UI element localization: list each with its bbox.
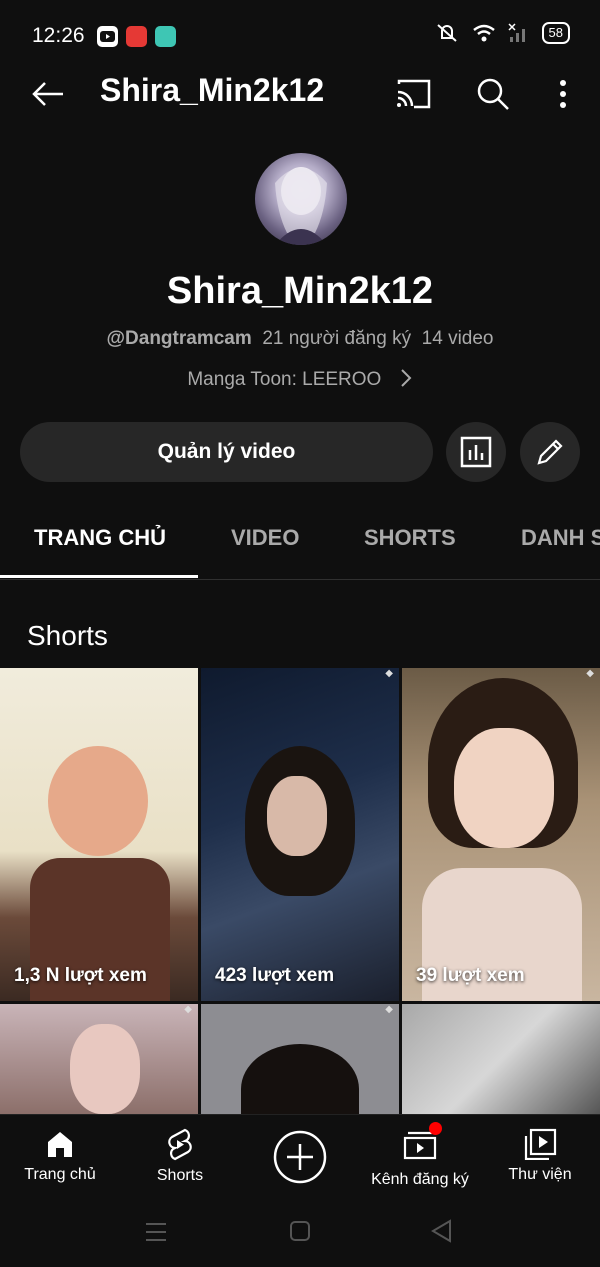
edit-channel-button[interactable] — [520, 422, 580, 482]
cast-icon — [397, 79, 431, 109]
capcut-watermark-icon: ◆ — [586, 668, 594, 679]
youtube-notification-icon — [97, 26, 118, 47]
nav-shorts-label: Shorts — [156, 1167, 204, 1184]
nav-create[interactable] — [240, 1115, 360, 1205]
bottom-navigation: Trang chủ Shorts Kênh đăng ký Thư viện — [0, 1114, 600, 1205]
short-thumbnail[interactable]: ◆ 423 lượt xem — [201, 668, 399, 1001]
nav-subscriptions[interactable]: Kênh đăng ký — [360, 1115, 480, 1205]
analytics-icon — [460, 436, 492, 468]
mute-icon — [436, 24, 457, 42]
chat-notification-icon — [155, 26, 176, 47]
video-count: 14 video — [421, 328, 494, 349]
recent-apps-icon[interactable] — [144, 1221, 168, 1243]
capcut-watermark-icon: ◆ — [385, 1004, 393, 1015]
home-icon — [48, 1132, 72, 1157]
edit-pencil-icon — [537, 439, 563, 465]
short-thumbnail[interactable]: ◆ — [0, 1004, 198, 1114]
signal-icon — [508, 23, 525, 42]
capcut-watermark-icon: ◆ — [385, 668, 393, 679]
short-view-count: 1,3 N lượt xem — [14, 965, 147, 986]
manage-videos-button[interactable]: Quản lý video — [20, 422, 433, 482]
create-icon — [273, 1130, 327, 1184]
nav-shorts[interactable]: Shorts — [120, 1115, 240, 1205]
short-thumbnail[interactable]: ◆ — [201, 1004, 399, 1114]
channel-name: Shira_Min2k12 — [166, 270, 434, 312]
analytics-button[interactable] — [446, 422, 506, 482]
avatar-illustration — [275, 167, 327, 245]
more-vert-icon — [560, 80, 566, 108]
channel-link[interactable]: Manga Toon: LEEROO — [0, 368, 600, 391]
tab-home[interactable]: TRANG CHỦ — [34, 525, 166, 551]
short-thumbnail[interactable]: ◆ 39 lượt xem — [402, 668, 600, 1001]
home-system-icon[interactable] — [289, 1220, 311, 1242]
system-navigation — [0, 1204, 600, 1267]
nav-library-label: Thư viện — [508, 1166, 572, 1183]
search-button[interactable] — [473, 74, 513, 114]
tab-shorts[interactable]: SHORTS — [364, 525, 456, 551]
channel-link-label: Manga Toon: LEEROO — [187, 369, 382, 390]
shorts-icon — [168, 1128, 192, 1161]
mangatoon-notification-icon — [126, 26, 147, 47]
back-arrow-icon — [32, 82, 63, 106]
notification-badge — [429, 1122, 442, 1135]
short-thumbnail[interactable] — [402, 1004, 600, 1114]
nav-subscriptions-label: Kênh đăng ký — [371, 1171, 469, 1188]
nav-home[interactable]: Trang chủ — [0, 1115, 120, 1205]
back-system-icon[interactable] — [430, 1219, 454, 1243]
nav-home-label: Trang chủ — [24, 1166, 96, 1183]
capcut-watermark-icon: ◆ — [184, 1004, 192, 1015]
nav-library[interactable]: Thư viện — [480, 1115, 600, 1205]
tab-playlists[interactable]: DANH S — [521, 525, 600, 551]
tab-videos[interactable]: VIDEO — [231, 525, 299, 551]
channel-handle: @Dangtramcam — [106, 328, 252, 349]
status-icons: 58 — [434, 22, 570, 44]
avatar[interactable] — [255, 153, 347, 245]
short-view-count: 423 lượt xem — [215, 965, 335, 986]
back-button[interactable] — [28, 76, 68, 112]
channel-meta: @Dangtramcam 21 người đăng ký 14 video — [0, 328, 600, 350]
search-icon — [477, 78, 509, 110]
channel-tabs: TRANG CHỦ VIDEO SHORTS DANH S — [0, 505, 600, 580]
library-icon — [524, 1128, 557, 1160]
subscriber-count: 21 người đăng ký — [262, 328, 412, 349]
active-tab-indicator — [0, 575, 198, 578]
short-view-count: 39 lượt xem — [416, 965, 525, 986]
shorts-section-title: Shorts — [27, 620, 108, 651]
chevron-right-icon — [400, 369, 412, 387]
battery-indicator: 58 — [541, 22, 570, 44]
status-time: 12:26 — [32, 24, 85, 47]
page-title: Shira_Min2k12 — [100, 72, 325, 108]
cast-button[interactable] — [392, 74, 434, 114]
short-thumbnail[interactable]: 1,3 N lượt xem — [0, 668, 198, 1001]
more-options-button[interactable] — [548, 74, 578, 114]
wifi-icon — [472, 24, 495, 42]
